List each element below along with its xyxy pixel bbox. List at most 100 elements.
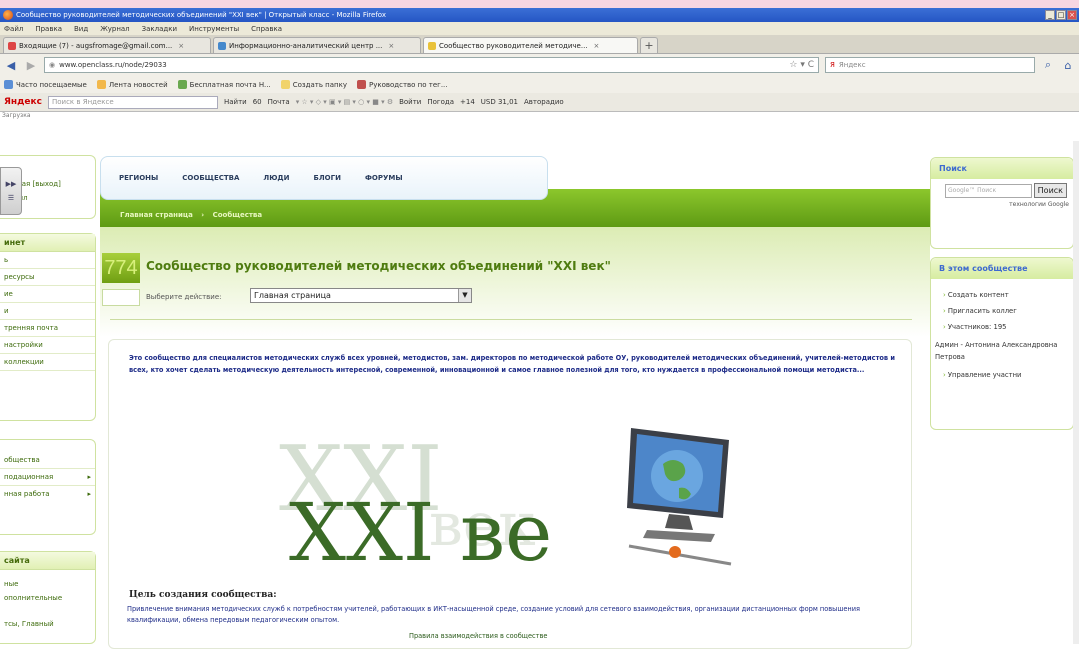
cabinet-header: инет	[0, 234, 95, 252]
cabinet-item[interactable]: настройки	[0, 337, 95, 354]
yandex-mail[interactable]: Почта	[268, 98, 290, 106]
tab-community[interactable]: Сообщество руководителей методиче... ×	[423, 37, 638, 53]
badge-bottom	[102, 289, 140, 306]
menu-view[interactable]: Вид	[74, 25, 88, 33]
yandex-logo[interactable]: Яндекс	[4, 97, 42, 107]
menu-tools[interactable]: Инструменты	[189, 25, 239, 33]
bookmark-free-mail[interactable]: Бесплатная почта H...	[177, 80, 271, 89]
bookmark-star-icon[interactable]: ☆ ▾ C	[789, 60, 818, 70]
google-powered-label: технологии Google	[1009, 201, 1069, 208]
divider	[110, 319, 912, 320]
firefox-icon	[3, 10, 13, 20]
page-title: Сообщество руководителей методических об…	[146, 259, 611, 273]
community-block: В этом сообществе Создать контент Пригла…	[930, 257, 1074, 430]
nav-regions[interactable]: РЕГИОНЫ	[119, 174, 158, 182]
yandex-search-input[interactable]: Поиск в Яндексе	[47, 95, 218, 109]
yandex-login[interactable]: Войти	[399, 98, 421, 106]
cabinet-item[interactable]: ь	[0, 252, 95, 269]
toolbar-icons[interactable]: ▾ ☆ ▾ ◇ ▾ ▣ ▾ ▤ ▾ ○ ▾ ■ ▾ ⚙	[296, 98, 393, 106]
intro-text: Это сообщество для специалистов методиче…	[129, 354, 896, 374]
action-label: Выберите действие:	[146, 293, 222, 301]
tab-close-icon[interactable]: ×	[178, 42, 184, 50]
cabinet-item[interactable]: ие	[0, 286, 95, 303]
tab-close-icon[interactable]: ×	[388, 42, 394, 50]
home-icon[interactable]: ⌂	[1061, 58, 1075, 72]
yandex-temperature: +14	[460, 98, 475, 106]
menu-history[interactable]: Журнал	[100, 25, 129, 33]
url-bar[interactable]: ◉ www.openclass.ru/node/29033 ☆ ▾ C	[44, 57, 819, 73]
left-site-box: сайта ные ополнительные тсы, Главный	[0, 551, 96, 644]
menu-bookmarks[interactable]: Закладки	[142, 25, 177, 33]
forward-arrow-icon[interactable]: ▶	[24, 58, 38, 72]
goal-heading: Цель создания сообщества:	[129, 590, 277, 600]
site-item[interactable]: ополнительные	[0, 592, 95, 606]
left-communities-box: общества подационная ▸ нная работа ▸	[0, 439, 96, 535]
logo-main-text: XXI век	[289, 486, 549, 570]
new-tab-button[interactable]: +	[640, 37, 658, 53]
cabinet-item[interactable]: тренняя почта	[0, 320, 95, 337]
bookmark-most-visited[interactable]: Часто посещаемые	[4, 80, 87, 89]
site-identity-icon: ◉	[49, 61, 56, 69]
arrow-right-icon: ▸	[87, 473, 91, 481]
chart-icon	[357, 80, 366, 89]
menu-edit[interactable]: Правка	[35, 25, 62, 33]
top-navigation: РЕГИОНЫ СООБЩЕСТВА ЛЮДИ БЛОГИ ФОРУМЫ	[100, 156, 548, 200]
search-block-header: Поиск	[931, 158, 1073, 179]
list-icon[interactable]: ☰	[8, 194, 14, 202]
search-icon[interactable]: ⌕	[1041, 58, 1055, 72]
nav-forums[interactable]: ФОРУМЫ	[365, 174, 403, 182]
yandex-weather[interactable]: Погода	[427, 98, 454, 106]
minimize-button[interactable]: _	[1045, 10, 1055, 20]
search-block: Поиск Google™ Поиск Поиск технологии Goo…	[930, 157, 1074, 249]
globe-icon	[218, 41, 226, 50]
side-toolbar-handle[interactable]: ▶▶ ☰	[0, 167, 22, 215]
nav-people[interactable]: ЛЮДИ	[263, 174, 289, 182]
action-select[interactable]: Главная страница ▼	[250, 288, 472, 303]
bookmark-label: Часто посещаемые	[16, 80, 87, 89]
communities-item[interactable]: общества	[0, 440, 95, 469]
bookmark-tags-guide[interactable]: Руководство по тег...	[357, 80, 448, 89]
cabinet-item[interactable]: ресурсы	[0, 269, 95, 286]
yandex-find-button[interactable]: Найти	[224, 98, 247, 106]
menu-help[interactable]: Справка	[251, 25, 282, 33]
google-search-input[interactable]: Google™ Поиск	[945, 183, 1032, 198]
bookmark-news[interactable]: Лента новостей	[96, 80, 168, 89]
google-search-button[interactable]: Поиск	[1033, 183, 1067, 198]
tab-info-center[interactable]: Информационно-аналитический центр ... ×	[213, 37, 421, 53]
communities-item[interactable]: подационная ▸	[0, 469, 95, 486]
yandex-currency[interactable]: USD 31,01	[481, 98, 518, 106]
nav-blogs[interactable]: БЛОГИ	[314, 174, 341, 182]
gmail-icon	[8, 41, 16, 50]
maximize-button[interactable]: □	[1056, 10, 1066, 20]
community-block-header: В этом сообществе	[931, 258, 1073, 279]
google-search-form: Google™ Поиск Поиск	[931, 179, 1073, 198]
loading-status: Загрузка	[2, 112, 31, 119]
tab-gmail[interactable]: Входящие (7) - augsfromage@gmail.com... …	[3, 37, 211, 53]
back-arrow-icon[interactable]: ◀	[4, 58, 18, 72]
search-box[interactable]: Я Яндекс	[825, 57, 1035, 73]
invite-colleagues-link[interactable]: Пригласить коллег	[931, 303, 1073, 319]
communities-item[interactable]: нная работа ▸	[0, 486, 95, 502]
chevron-down-icon[interactable]: ▼	[458, 289, 471, 302]
create-content-link[interactable]: Создать контент	[931, 287, 1073, 303]
rules-link[interactable]: Правила взаимодействия в сообществе	[409, 632, 547, 640]
site-item[interactable]: тсы, Главный	[0, 606, 95, 632]
tab-label: Входящие (7) - augsfromage@gmail.com...	[19, 41, 173, 50]
breadcrumb-home[interactable]: Главная страница	[120, 211, 193, 219]
breadcrumb-communities[interactable]: Сообщества	[213, 211, 263, 219]
participants-link[interactable]: Участников: 195	[931, 319, 1073, 335]
page-scrollbar[interactable]	[1073, 141, 1079, 644]
play-icon[interactable]: ▶▶	[6, 180, 17, 188]
bookmark-create-folder[interactable]: Создать папку	[280, 80, 347, 89]
tab-close-icon[interactable]: ×	[594, 42, 600, 50]
site-item[interactable]: ные	[0, 570, 95, 592]
left-cabinet-box: инет ь ресурсы ие и тренняя почта настро…	[0, 233, 96, 421]
menu-file[interactable]: Файл	[4, 25, 23, 33]
cabinet-item[interactable]: коллекции	[0, 354, 95, 371]
yandex-count[interactable]: 60	[253, 98, 262, 106]
manage-participants-link[interactable]: Управление участни	[931, 367, 1073, 383]
yandex-radio[interactable]: Авторадио	[524, 98, 564, 106]
nav-communities[interactable]: СООБЩЕСТВА	[182, 174, 239, 182]
close-button[interactable]: ×	[1067, 10, 1077, 20]
cabinet-item[interactable]: и	[0, 303, 95, 320]
